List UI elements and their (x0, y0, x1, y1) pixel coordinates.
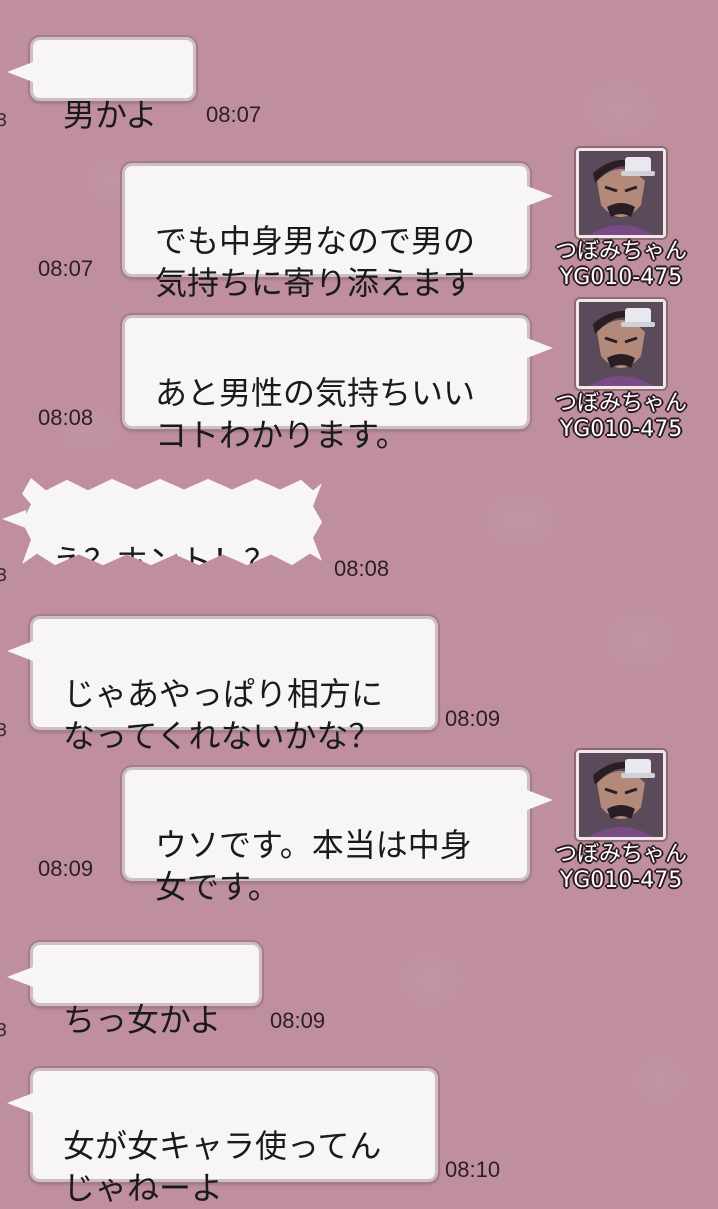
user-id: YG010-475 (559, 265, 683, 290)
edge-fragment: 3 (0, 1020, 8, 1041)
user-avatar[interactable] (576, 299, 666, 389)
character-portrait-icon (579, 151, 663, 235)
message-time: 08:08 (38, 405, 94, 430)
edge-fragment: 3 (0, 720, 8, 741)
message-text: ウソです。本当は中身 女です。 (155, 826, 472, 906)
message-bubble-received: 女が女キャラ使ってん じゃねーよ (7, 1068, 438, 1207)
user-id: YG010-475 (559, 417, 683, 442)
character-portrait-icon (579, 302, 663, 386)
edge-fragment: 3 (0, 110, 8, 131)
user-avatar[interactable] (576, 750, 666, 840)
message-bubble-received: じゃあやっぱり相方に なってくれないかな？ (7, 616, 438, 755)
user-id: YG010-475 (559, 868, 683, 893)
message-text: あと男性の気持ちいい コトわかります。 (155, 374, 476, 454)
message-time: 08:07 (38, 256, 94, 281)
message-time: 08:07 (206, 102, 262, 127)
message-time: 08:08 (334, 556, 390, 581)
message-time: 08:10 (445, 1157, 501, 1182)
username: つぼみちゃん (554, 391, 687, 416)
character-portrait-icon (579, 753, 663, 837)
bubble-tail (2, 510, 26, 528)
message-time: 08:09 (445, 706, 501, 731)
message-bubble-received: 男かよ (7, 37, 196, 134)
message-bubble-sent: あと男性の気持ちいい コトわかります。 (122, 315, 553, 454)
message-text: 女が女キャラ使ってん じゃねーよ (63, 1127, 382, 1207)
message-text: 男かよ (63, 96, 158, 134)
user-avatar[interactable] (576, 148, 666, 238)
message-text: でも中身男なので男の 気持ちに寄り添えます (155, 222, 476, 302)
message-bubble-sent: でも中身男なので男の 気持ちに寄り添えます (122, 163, 553, 302)
username: つぼみちゃん (554, 239, 687, 264)
message-time: 08:09 (270, 1008, 326, 1033)
message-bubble-received: ちっ女かよ (7, 942, 262, 1039)
message-text: え？ホント！？ (52, 542, 277, 580)
message-bubble-received-shout: え？ホント！？ (22, 478, 322, 566)
edge-fragment: 3 (0, 565, 8, 586)
message-text: じゃあやっぱり相方に なってくれないかな？ (63, 675, 384, 755)
message-bubble-sent: ウソです。本当は中身 女です。 (122, 767, 553, 906)
username: つぼみちゃん (554, 842, 687, 867)
message-time: 08:09 (38, 856, 94, 881)
message-text: ちっ女かよ (63, 1001, 222, 1039)
